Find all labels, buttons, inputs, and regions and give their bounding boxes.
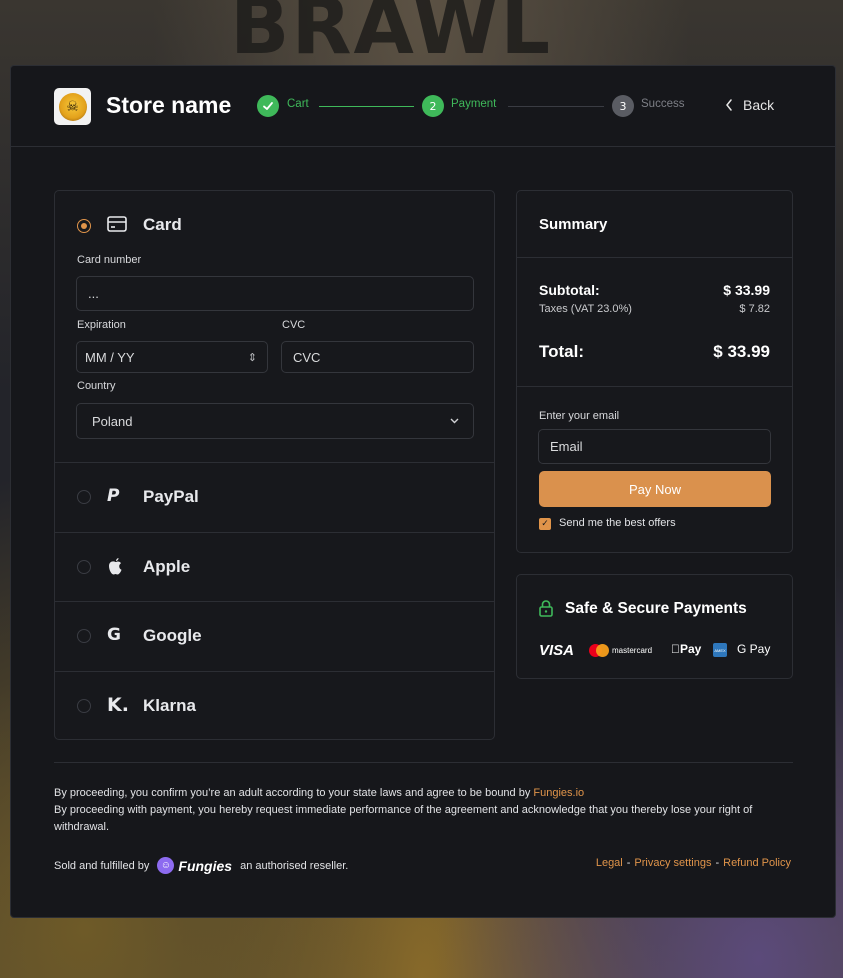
cvc-placeholder: CVC <box>293 349 321 365</box>
stepper-icon: ⇕ <box>247 351 257 364</box>
step-success-number: 3 <box>612 95 634 117</box>
total-value: $ 33.99 <box>713 342 770 361</box>
step-success-label: Success <box>641 98 685 110</box>
back-button[interactable]: Back <box>725 97 774 113</box>
back-label: Back <box>743 97 775 113</box>
cvc-input[interactable]: CVC <box>281 341 474 373</box>
paypal-radio[interactable] <box>77 490 91 504</box>
apple-pay-icon: Pay <box>671 642 701 656</box>
step-payment-number: 2 <box>422 95 444 117</box>
payment-methods: Card Card number ... Expiration MM / YY … <box>54 190 495 740</box>
expiration-placeholder: MM / YY <box>85 349 135 365</box>
email-label: Enter your email <box>539 410 620 422</box>
footer-links: Legal - Privacy settings - Refund Policy <box>595 857 791 869</box>
apple-label: Apple <box>143 556 191 576</box>
card-number-label: Card number <box>77 254 142 266</box>
google-label: Google <box>143 626 202 645</box>
legal-link[interactable]: Legal <box>596 857 623 869</box>
card-radio[interactable] <box>77 219 91 233</box>
lock-icon <box>539 600 553 617</box>
background-title: BRAWL <box>230 0 553 72</box>
footer-divider <box>54 762 793 763</box>
legal-text-1: By proceeding, you confirm you’re an adu… <box>54 787 585 799</box>
expiration-label: Expiration <box>77 319 126 331</box>
offers-label: Send me the best offers <box>559 517 676 529</box>
card-number-value: ... <box>88 286 99 301</box>
paypal-label: PayPal <box>143 487 199 506</box>
step-cart-check-icon <box>257 95 279 117</box>
checkout-panel: ☠ Store name Cart 2 Payment 3 Success Ba… <box>10 65 836 918</box>
summary-title: Summary <box>539 216 608 233</box>
total-label: Total: <box>539 342 585 361</box>
divider <box>517 386 792 387</box>
store-logo: ☠ <box>54 88 91 125</box>
apple-icon <box>109 557 122 574</box>
method-paypal[interactable]: P PayPal <box>55 463 494 533</box>
klarna-label: Klarna <box>143 695 196 715</box>
klarna-icon: K. <box>107 693 129 716</box>
skull-icon: ☠ <box>58 92 87 121</box>
privacy-settings-link[interactable]: Privacy settings <box>634 857 711 869</box>
klarna-radio[interactable] <box>77 698 91 713</box>
country-select[interactable]: Poland <box>76 403 474 439</box>
offers-checkbox[interactable]: ✓ <box>539 518 551 530</box>
fungies-link[interactable]: Fungies.io <box>533 787 584 799</box>
google-radio[interactable] <box>77 629 91 643</box>
store-name: Store name <box>106 92 232 118</box>
checkout-header: ☠ Store name Cart 2 Payment 3 Success Ba… <box>11 66 835 147</box>
credit-card-icon <box>107 216 127 232</box>
taxes-value: $ 7.82 <box>739 303 770 315</box>
google-icon: G <box>107 625 121 645</box>
amex-icon: AMEX <box>713 643 727 657</box>
fungies-logo: ☺ Fungies <box>157 857 232 874</box>
method-apple[interactable]: Apple <box>55 533 494 602</box>
apple-radio[interactable] <box>77 559 91 574</box>
step-connector <box>319 106 414 107</box>
sold-by: Sold and fulfilled by ☺ Fungies an autho… <box>54 857 349 874</box>
country-value: Poland <box>92 413 133 429</box>
legal-text-2: By proceeding with payment, you hereby r… <box>54 804 753 833</box>
chevron-down-icon <box>450 418 459 424</box>
method-google[interactable]: G Google <box>55 602 494 672</box>
subtotal-value: $ 33.99 <box>723 282 770 298</box>
refund-policy-link[interactable]: Refund Policy <box>723 857 791 869</box>
step-payment-label: Payment <box>451 98 497 110</box>
subtotal-label: Subtotal: <box>539 282 600 298</box>
expiration-input[interactable]: MM / YY ⇕ <box>76 341 268 373</box>
method-card[interactable]: Card Card number ... Expiration MM / YY … <box>55 191 494 463</box>
card-number-input[interactable]: ... <box>76 276 474 311</box>
mastercard-icon: mastercard <box>589 644 652 657</box>
secure-title: Safe & Secure Payments <box>565 600 747 617</box>
taxes-label: Taxes (VAT 23.0%) <box>539 303 632 315</box>
secure-payments: Safe & Secure Payments VISA mastercard … <box>516 574 793 679</box>
order-summary: Summary Subtotal: $ 33.99 Taxes (VAT 23.… <box>516 190 793 553</box>
card-label: Card <box>143 215 182 234</box>
step-connector <box>508 106 604 107</box>
pay-now-button[interactable]: Pay Now <box>539 471 771 507</box>
method-klarna[interactable]: K. Klarna <box>55 672 494 742</box>
divider <box>517 257 792 258</box>
visa-icon: VISA <box>539 642 575 659</box>
email-placeholder: Email <box>550 439 583 454</box>
cvc-label: CVC <box>282 319 306 331</box>
country-label: Country <box>77 380 116 392</box>
chevron-left-icon <box>726 99 732 111</box>
step-cart-label: Cart <box>287 98 309 110</box>
paypal-icon: P <box>107 486 120 506</box>
email-input[interactable]: Email <box>538 429 771 464</box>
fungies-icon: ☺ <box>157 857 175 874</box>
google-pay-icon: G Pay <box>737 642 771 656</box>
